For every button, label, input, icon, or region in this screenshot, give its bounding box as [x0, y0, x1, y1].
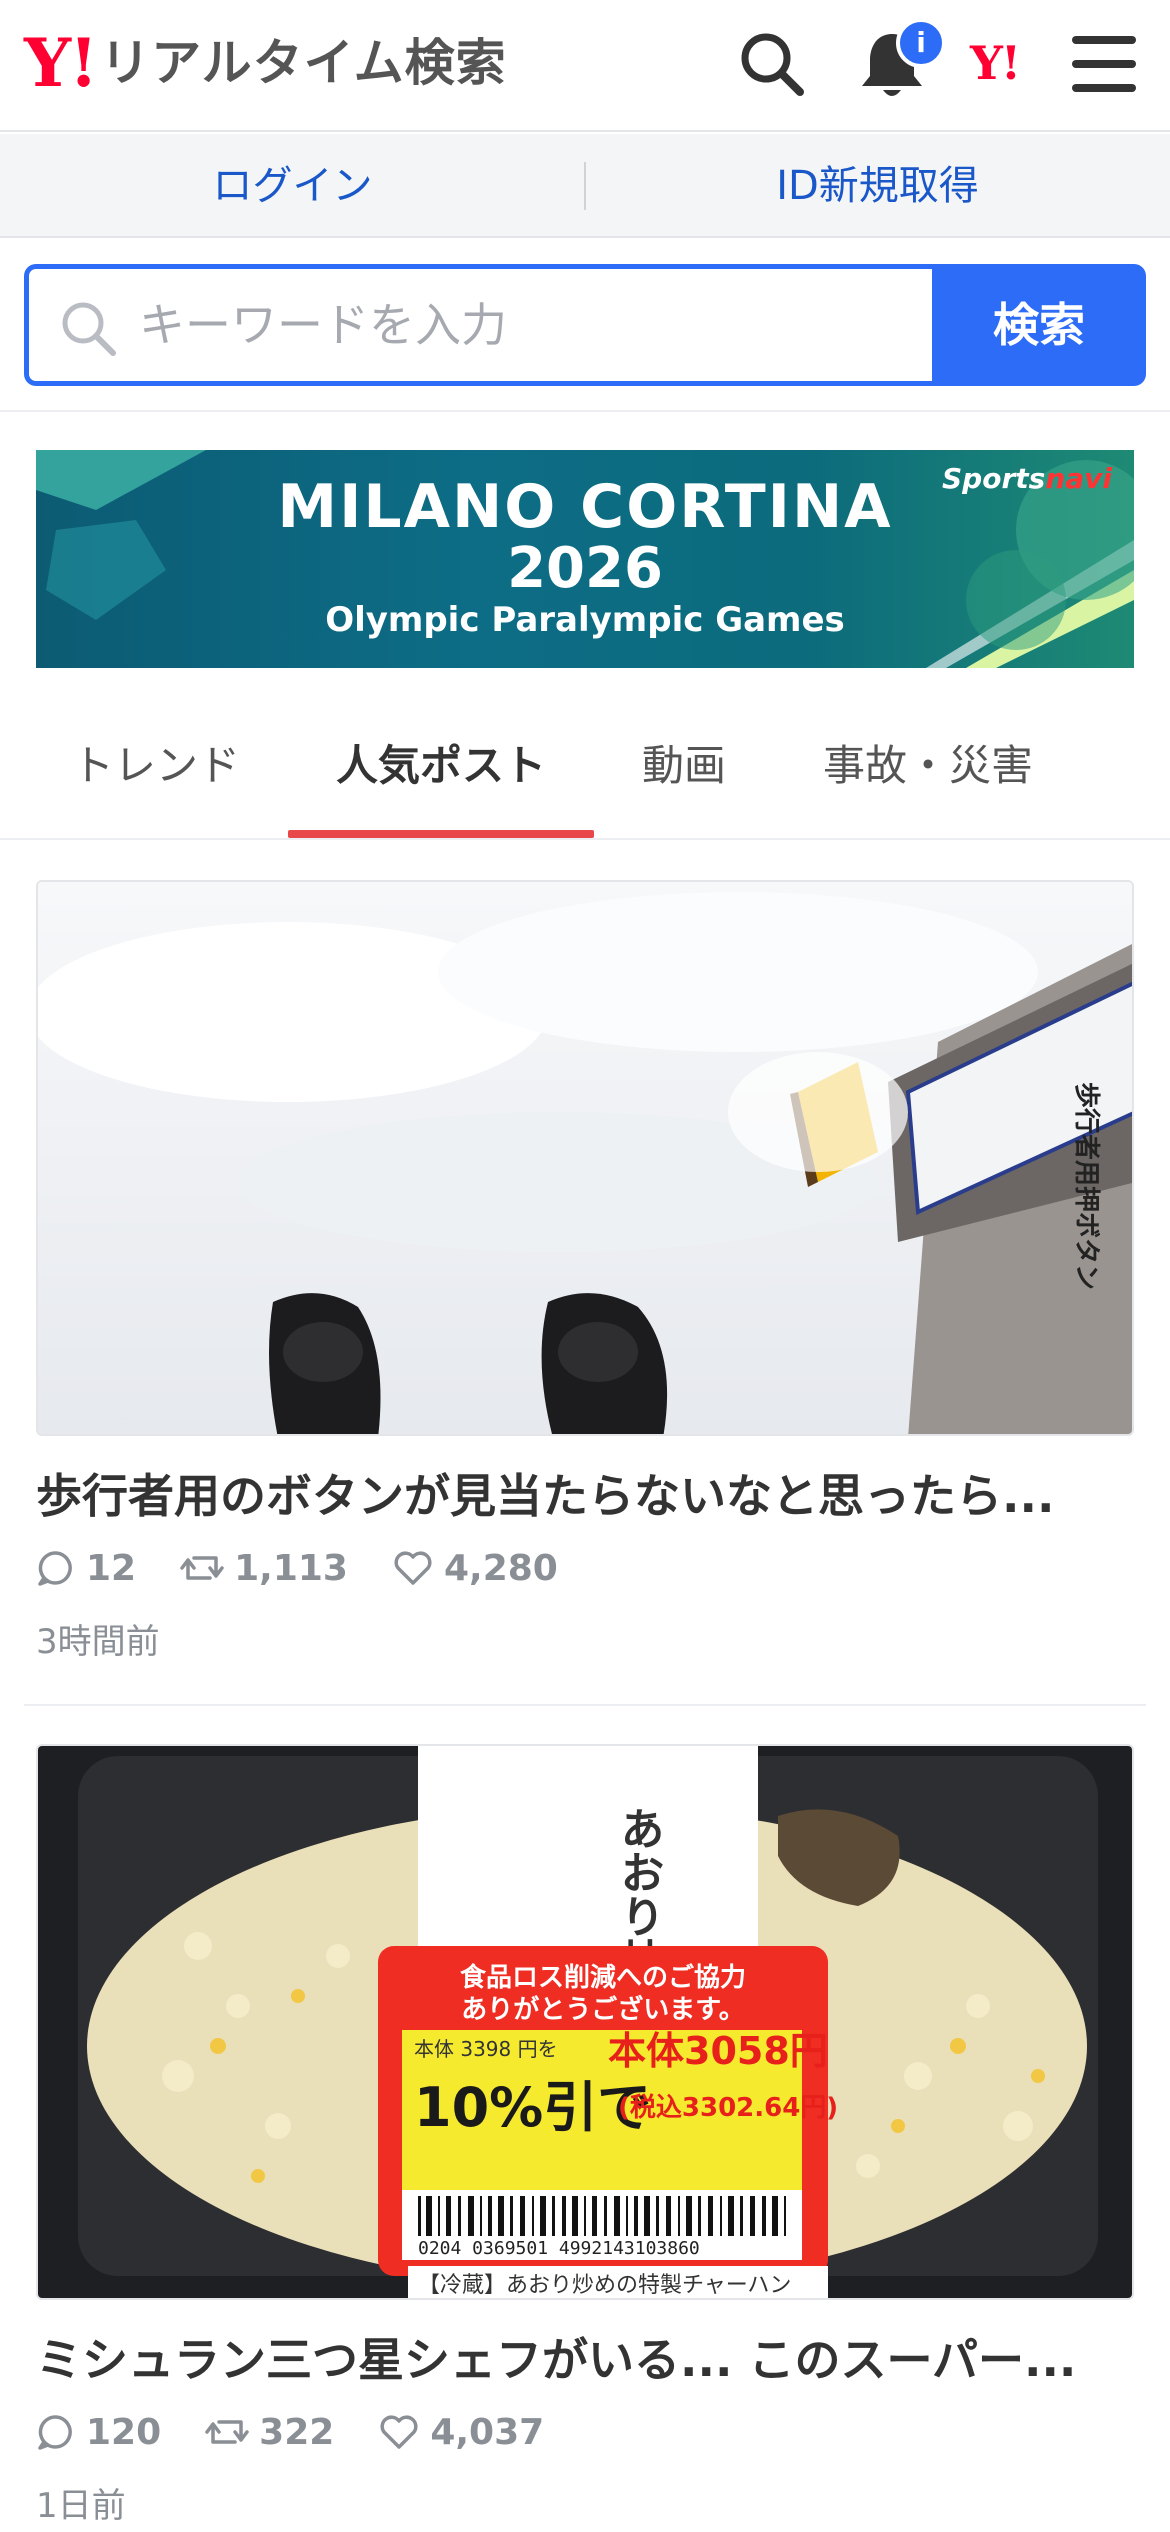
- tab-accident-disaster[interactable]: 事故・災害: [790, 700, 1066, 840]
- label-tax: (税込3302.64円): [618, 2093, 838, 2123]
- tab-video[interactable]: 動画: [606, 700, 762, 840]
- post-divider: [24, 1704, 1146, 1706]
- search-button[interactable]: 検索: [932, 264, 1146, 386]
- post-card[interactable]: 歩行者用押ボタン 歩行者用のボタンが見当たらないなと思ったら... 12 1,1…: [36, 880, 1134, 1670]
- reply-count[interactable]: 12: [36, 1548, 136, 1589]
- label-barcode: 0204 0369501 4992143103860: [418, 2238, 700, 2259]
- search-field-icon: [62, 302, 116, 356]
- post-stats: 120 322 4,037: [36, 2406, 588, 2458]
- login-link[interactable]: ログイン: [0, 134, 585, 238]
- label-discount: 10%引で: [414, 2076, 651, 2139]
- repost-count[interactable]: 1,113: [180, 1548, 348, 1589]
- notification-badge: i: [896, 18, 946, 68]
- search-input[interactable]: [139, 269, 919, 381]
- repost-icon: [205, 2420, 249, 2444]
- label-price-new: 本体3058円: [608, 2029, 828, 2073]
- repost-icon: [180, 1556, 224, 1580]
- reply-icon: [38, 1551, 72, 1586]
- tab-trend[interactable]: トレンド: [36, 700, 276, 840]
- post-timestamp: 3時間前: [36, 1622, 160, 1662]
- search-section: 検索: [0, 240, 1170, 412]
- post-image[interactable]: 歩行者用押ボタン: [36, 880, 1134, 1436]
- label-footer: 【冷蔵】あおり炒めの特製チャーハン: [418, 2273, 791, 2298]
- logo-title: リアルタイム検索: [100, 34, 507, 92]
- fried-rice-photo: あおり炒め 特製チャーハン 食品ロス削減へのご協力 ありがとうございます。 本体…: [38, 1746, 1132, 2298]
- search-box: [24, 264, 932, 386]
- register-link[interactable]: ID新規取得: [585, 134, 1170, 238]
- heart-icon: [380, 2415, 418, 2449]
- olympic-banner[interactable]: Sportsnavi MILANO CORTINA 2026 Olympic P…: [36, 450, 1134, 668]
- tab-popular-posts[interactable]: 人気ポスト: [288, 700, 594, 840]
- yahoo-japan-icon[interactable]: Y!: [970, 36, 1021, 90]
- post-title[interactable]: 歩行者用のボタンが見当たらないなと思ったら...: [36, 1460, 1134, 1526]
- like-count[interactable]: 4,280: [392, 1548, 558, 1589]
- active-tab-indicator: [288, 830, 594, 838]
- heart-icon: [394, 1551, 432, 1585]
- search-icon[interactable]: [738, 30, 804, 96]
- post-timestamp: 1日前: [36, 2486, 126, 2526]
- banner-title: MILANO CORTINA: [277, 472, 893, 542]
- reply-icon: [38, 2415, 72, 2450]
- reply-count[interactable]: 120: [36, 2412, 161, 2453]
- post-image[interactable]: あおり炒め 特製チャーハン 食品ロス削減へのご協力 ありがとうございます。 本体…: [36, 1744, 1134, 2300]
- yahoo-logo-mark: Y!: [24, 24, 98, 102]
- sign-text: 歩行者用押ボタン: [1071, 1082, 1102, 1290]
- post-card[interactable]: あおり炒め 特製チャーハン 食品ロス削減へのご協力 ありがとうございます。 本体…: [36, 1744, 1134, 2532]
- category-tabs: トレンド 人気ポスト 動画 事故・災害: [0, 700, 1170, 840]
- banner-subtitle: Olympic Paralympic Games: [325, 600, 845, 640]
- like-count[interactable]: 4,037: [378, 2412, 544, 2453]
- banner-year: 2026: [507, 536, 663, 601]
- label-notice-2: ありがとうございます。: [461, 1994, 744, 2025]
- label-price-orig: 本体 3398 円を: [414, 2037, 558, 2061]
- label-notice-1: 食品ロス削減へのご協力: [460, 1962, 746, 1993]
- yahoo-realtime-logo[interactable]: Y! リアルタイム検索: [24, 30, 507, 96]
- repost-count[interactable]: 322: [205, 2412, 334, 2453]
- app-header: Y! リアルタイム検索 i Y!: [0, 0, 1170, 132]
- post-title[interactable]: ミシュラン三つ星シェフがいる... このスーパー...: [36, 2324, 1134, 2390]
- hamburger-menu-icon[interactable]: [1072, 36, 1136, 92]
- post-stats: 12 1,113 4,280: [36, 1542, 602, 1594]
- login-bar: ログイン ID新規取得: [0, 134, 1170, 238]
- snow-photo: 歩行者用押ボタン: [38, 882, 1132, 1434]
